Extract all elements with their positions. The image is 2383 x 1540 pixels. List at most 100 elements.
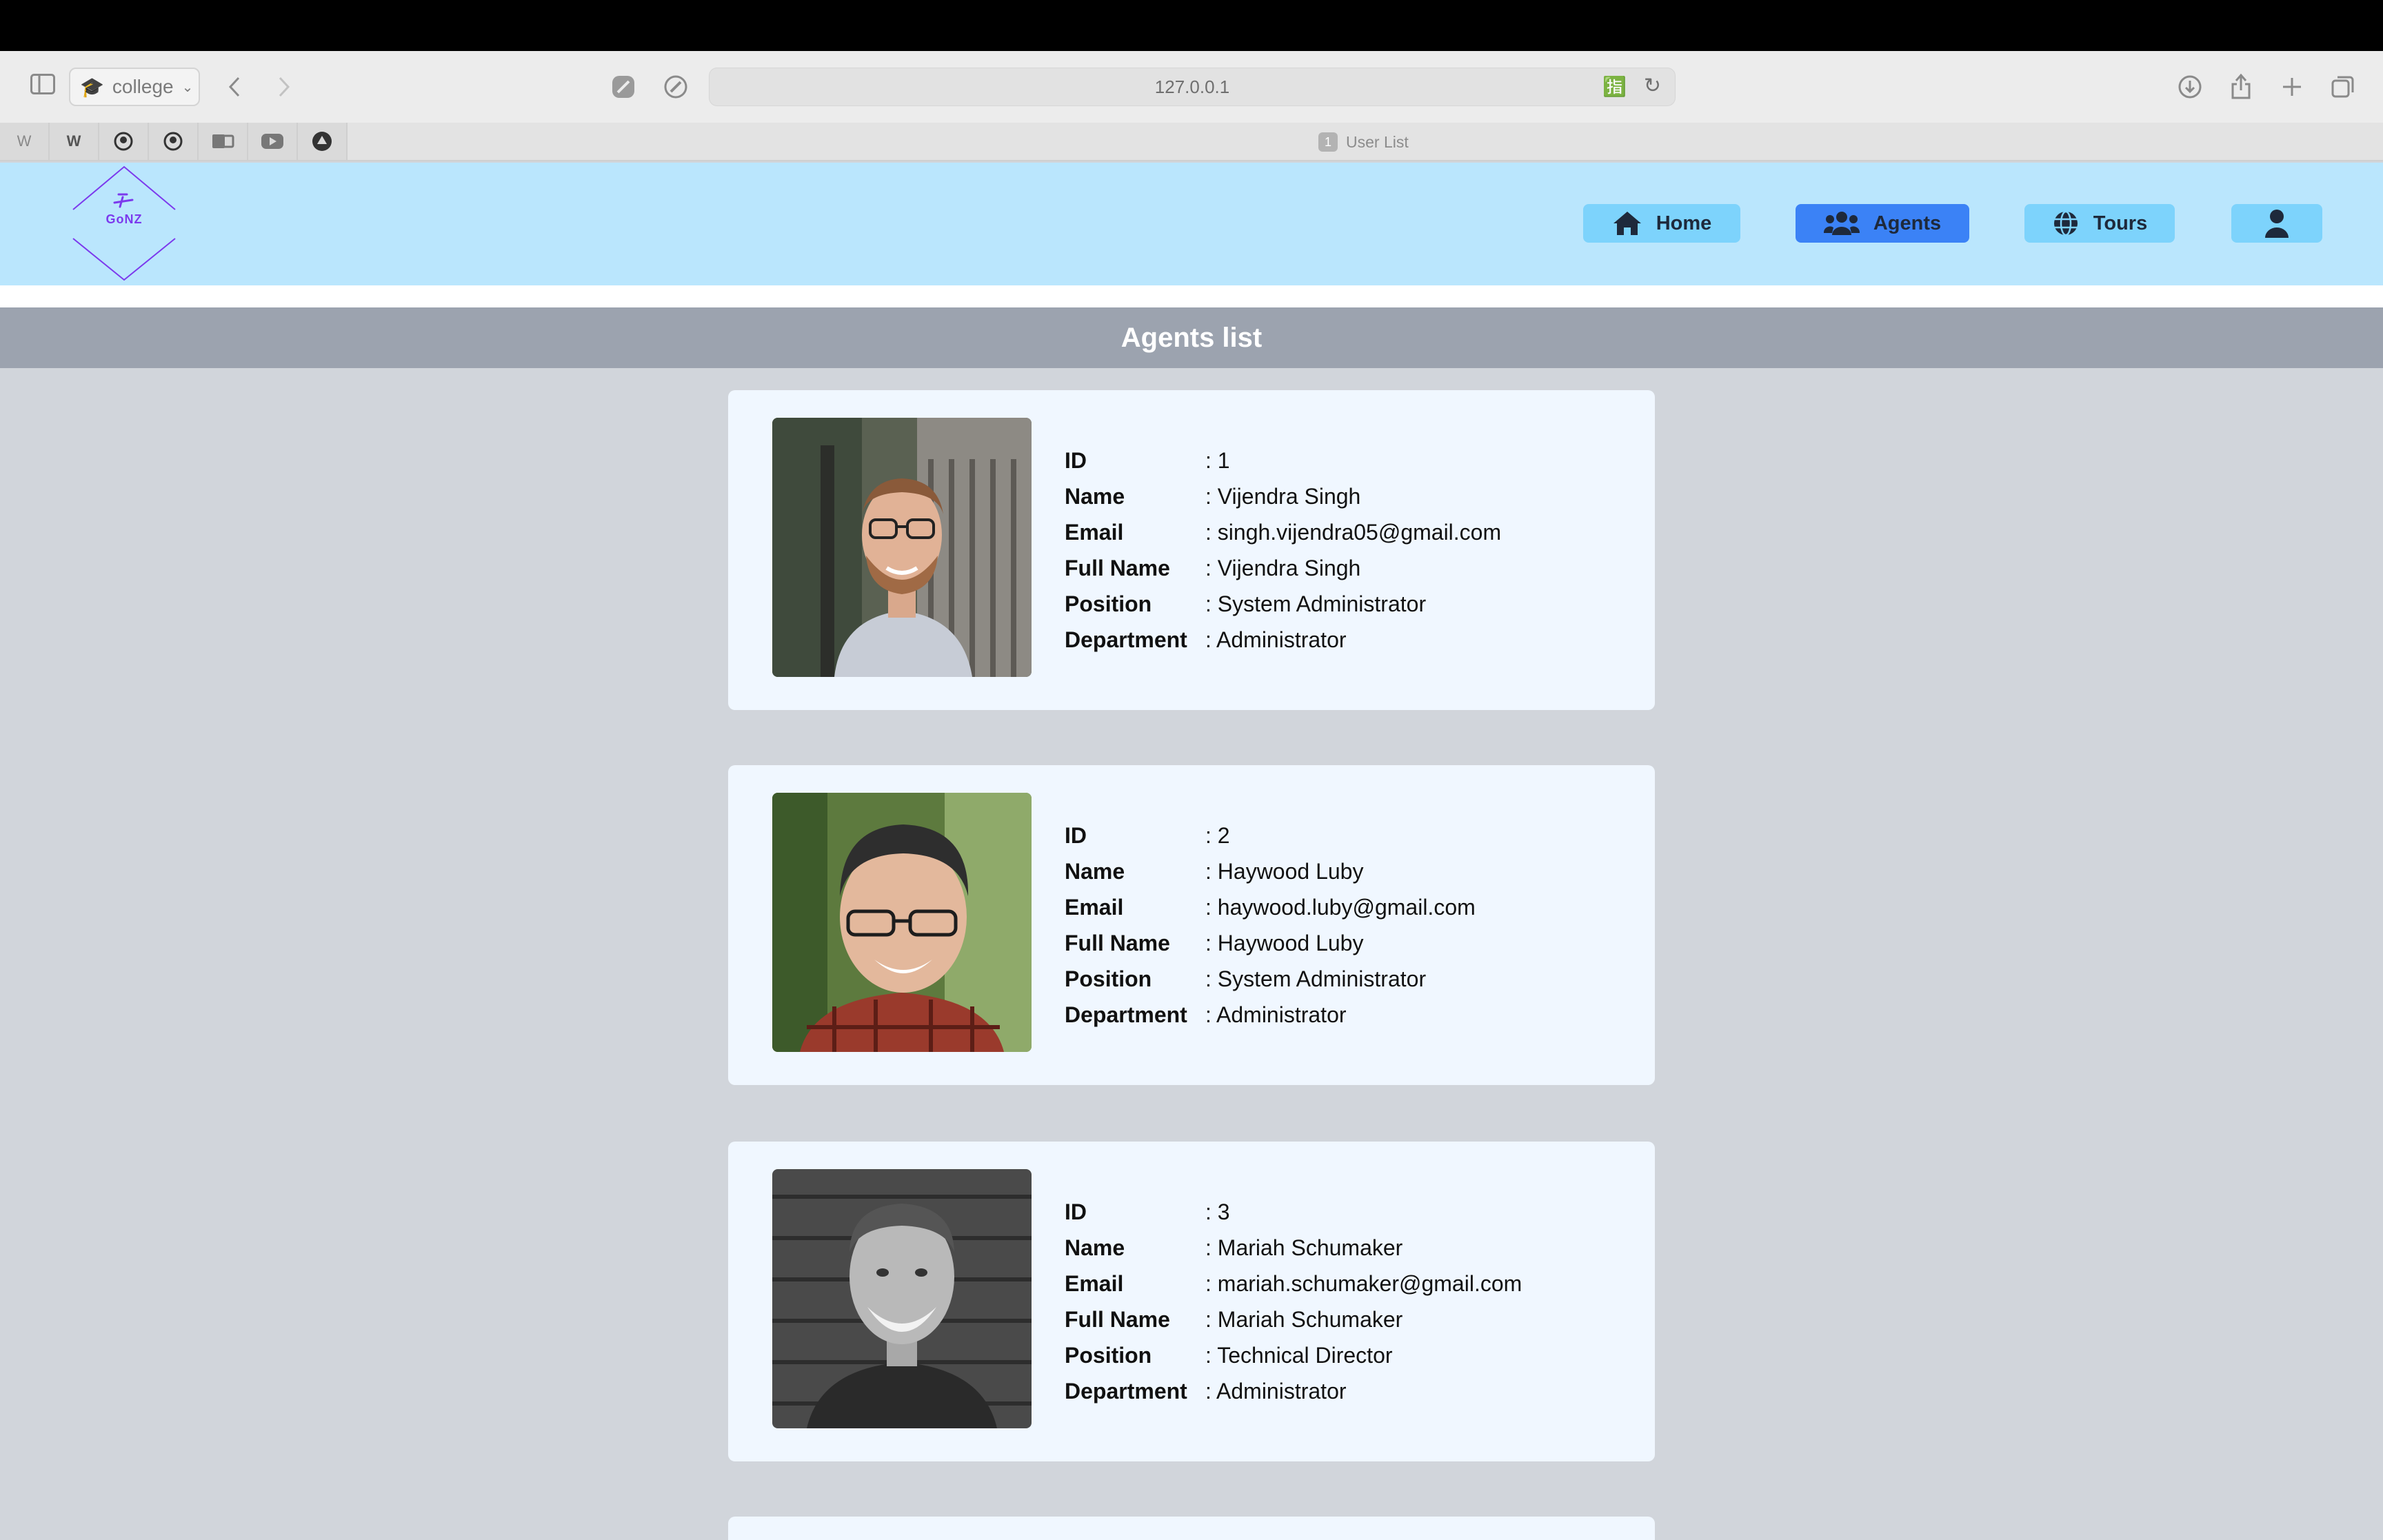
agent-id: 1 bbox=[1217, 447, 1230, 473]
nav-tours-label: Tours bbox=[2093, 212, 2148, 234]
nav-home-button[interactable]: Home bbox=[1583, 204, 1740, 243]
profile-button[interactable]: 🎓 college ⌄ bbox=[69, 68, 200, 106]
github-icon[interactable] bbox=[99, 123, 149, 160]
agent-position: System Administrator bbox=[1217, 966, 1427, 991]
sidebar-toggle-icon[interactable] bbox=[28, 69, 58, 99]
agent-id-row: ID: 2 bbox=[1065, 822, 1230, 848]
agent-name: Mariah Schumaker bbox=[1217, 1235, 1403, 1260]
page-title-bar: Agents list bbox=[0, 307, 2383, 368]
agent-photo bbox=[772, 418, 1032, 677]
field-label: Email bbox=[1065, 894, 1124, 920]
agent-full-name: Haywood Luby bbox=[1217, 930, 1364, 955]
menu-bar bbox=[0, 0, 2383, 51]
tab-bar: W W 1 User List bbox=[0, 123, 2383, 161]
agent-position-row: Position: System Administrator bbox=[1065, 591, 1427, 616]
address-bar[interactable]: 127.0.0.1 🈯 ↻ bbox=[709, 68, 1676, 106]
field-label: Full Name bbox=[1065, 930, 1170, 955]
site-logo[interactable]: GoNZ bbox=[69, 163, 179, 285]
new-tab-icon[interactable] bbox=[2277, 72, 2307, 102]
agent-email-row: Email: singh.vijendra05@gmail.com bbox=[1065, 519, 1502, 545]
reload-icon[interactable]: ↻ bbox=[1644, 74, 1661, 98]
profile-label: college bbox=[112, 76, 174, 97]
nav-agents-label: Agents bbox=[1873, 212, 1942, 234]
forward-icon[interactable] bbox=[270, 68, 298, 106]
graduation-cap-icon: 🎓 bbox=[80, 76, 104, 98]
field-label: Position bbox=[1065, 966, 1152, 991]
users-icon bbox=[1823, 210, 1860, 236]
nav-tours-button[interactable]: Tours bbox=[2024, 204, 2175, 243]
field-label: Department bbox=[1065, 627, 1187, 652]
site-header: GoNZ Home Agents Tours bbox=[0, 163, 2383, 285]
agent-full-name: Vijendra Singh bbox=[1217, 555, 1361, 580]
agent-name-row: Name: Haywood Luby bbox=[1065, 858, 1364, 884]
agent-full-name-row: Full Name: Mariah Schumaker bbox=[1065, 1306, 1403, 1332]
agent-name-row: Name: Vijendra Singh bbox=[1065, 483, 1361, 509]
agent-id-row: ID: 1 bbox=[1065, 447, 1230, 473]
field-label: Name bbox=[1065, 1235, 1125, 1260]
tab-number-badge: 1 bbox=[1318, 132, 1338, 152]
field-label: Department bbox=[1065, 1378, 1187, 1404]
field-label: Email bbox=[1065, 1270, 1124, 1296]
agent-card: ID: 3 Name: Mariah Schumaker Email: mari… bbox=[728, 1142, 1655, 1461]
agent-id: 2 bbox=[1217, 822, 1230, 848]
share-icon[interactable] bbox=[2226, 69, 2256, 103]
outlook-icon[interactable] bbox=[199, 123, 248, 160]
globe-icon bbox=[2052, 210, 2080, 237]
agent-name: Haywood Luby bbox=[1217, 858, 1364, 884]
agent-card: ID: 2 Name: Haywood Luby Email: haywood.… bbox=[728, 765, 1655, 1085]
url-text: 127.0.0.1 bbox=[1154, 76, 1230, 97]
tab-user-list[interactable]: 1 User List bbox=[1318, 131, 1409, 153]
tab-title: User List bbox=[1346, 132, 1409, 151]
wix-icon[interactable]: W bbox=[50, 123, 99, 160]
field-label: Full Name bbox=[1065, 555, 1170, 580]
agent-photo bbox=[772, 1169, 1032, 1428]
translate-icon[interactable]: 🈯 bbox=[1602, 75, 1627, 98]
github-icon[interactable] bbox=[149, 123, 199, 160]
field-label: Name bbox=[1065, 483, 1125, 509]
privacy-icon[interactable] bbox=[610, 73, 637, 101]
compass-icon[interactable] bbox=[662, 73, 690, 101]
field-label: ID bbox=[1065, 822, 1087, 848]
agent-details: ID: 1 Name: Vijendra Singh Email: singh.… bbox=[1065, 443, 1501, 658]
agent-id: 3 bbox=[1217, 1199, 1230, 1224]
agent-department-row: Department: Administrator bbox=[1065, 627, 1347, 652]
agent-position: Technical Director bbox=[1217, 1342, 1393, 1368]
field-label: Position bbox=[1065, 591, 1152, 616]
downloads-icon[interactable] bbox=[2175, 72, 2205, 102]
field-label: Full Name bbox=[1065, 1306, 1170, 1332]
agent-department: Administrator bbox=[1216, 1378, 1347, 1404]
wikipedia-icon[interactable]: W bbox=[0, 123, 50, 160]
agent-full-name-row: Full Name: Vijendra Singh bbox=[1065, 555, 1361, 580]
logo-text: GoNZ bbox=[105, 212, 143, 226]
field-label: Email bbox=[1065, 519, 1124, 545]
up-arrow-icon[interactable] bbox=[298, 123, 348, 160]
field-label: ID bbox=[1065, 447, 1087, 473]
agent-details: ID: 3 Name: Mariah Schumaker Email: mari… bbox=[1065, 1194, 1522, 1409]
agent-email-row: Email: mariah.schumaker@gmail.com bbox=[1065, 1270, 1522, 1296]
home-icon bbox=[1612, 210, 1642, 236]
tab-overview-icon[interactable] bbox=[2328, 72, 2358, 102]
field-label: Department bbox=[1065, 1002, 1187, 1027]
agent-name: Vijendra Singh bbox=[1217, 483, 1361, 509]
agent-email-row: Email: haywood.luby@gmail.com bbox=[1065, 894, 1476, 920]
agent-department-row: Department: Administrator bbox=[1065, 1378, 1347, 1404]
agent-position-row: Position: Technical Director bbox=[1065, 1342, 1393, 1368]
agent-email: mariah.schumaker@gmail.com bbox=[1217, 1270, 1522, 1296]
agent-id-row: ID: 3 bbox=[1065, 1199, 1230, 1224]
back-icon[interactable] bbox=[221, 68, 248, 106]
agent-card bbox=[728, 1517, 1655, 1540]
agent-details: ID: 2 Name: Haywood Luby Email: haywood.… bbox=[1065, 818, 1476, 1033]
nav-agents-button[interactable]: Agents bbox=[1796, 204, 1969, 243]
field-label: ID bbox=[1065, 1199, 1087, 1224]
header-spacer bbox=[0, 285, 2383, 307]
favorites-bar: W W bbox=[0, 123, 348, 160]
agent-card: ID: 1 Name: Vijendra Singh Email: singh.… bbox=[728, 390, 1655, 710]
nav-profile-button[interactable] bbox=[2231, 204, 2322, 243]
agent-email: haywood.luby@gmail.com bbox=[1217, 894, 1476, 920]
agent-photo bbox=[772, 793, 1032, 1052]
agent-full-name: Mariah Schumaker bbox=[1217, 1306, 1403, 1332]
agent-name-row: Name: Mariah Schumaker bbox=[1065, 1235, 1403, 1260]
agent-department: Administrator bbox=[1216, 627, 1347, 652]
agent-full-name-row: Full Name: Haywood Luby bbox=[1065, 930, 1364, 955]
youtube-icon[interactable] bbox=[248, 123, 298, 160]
